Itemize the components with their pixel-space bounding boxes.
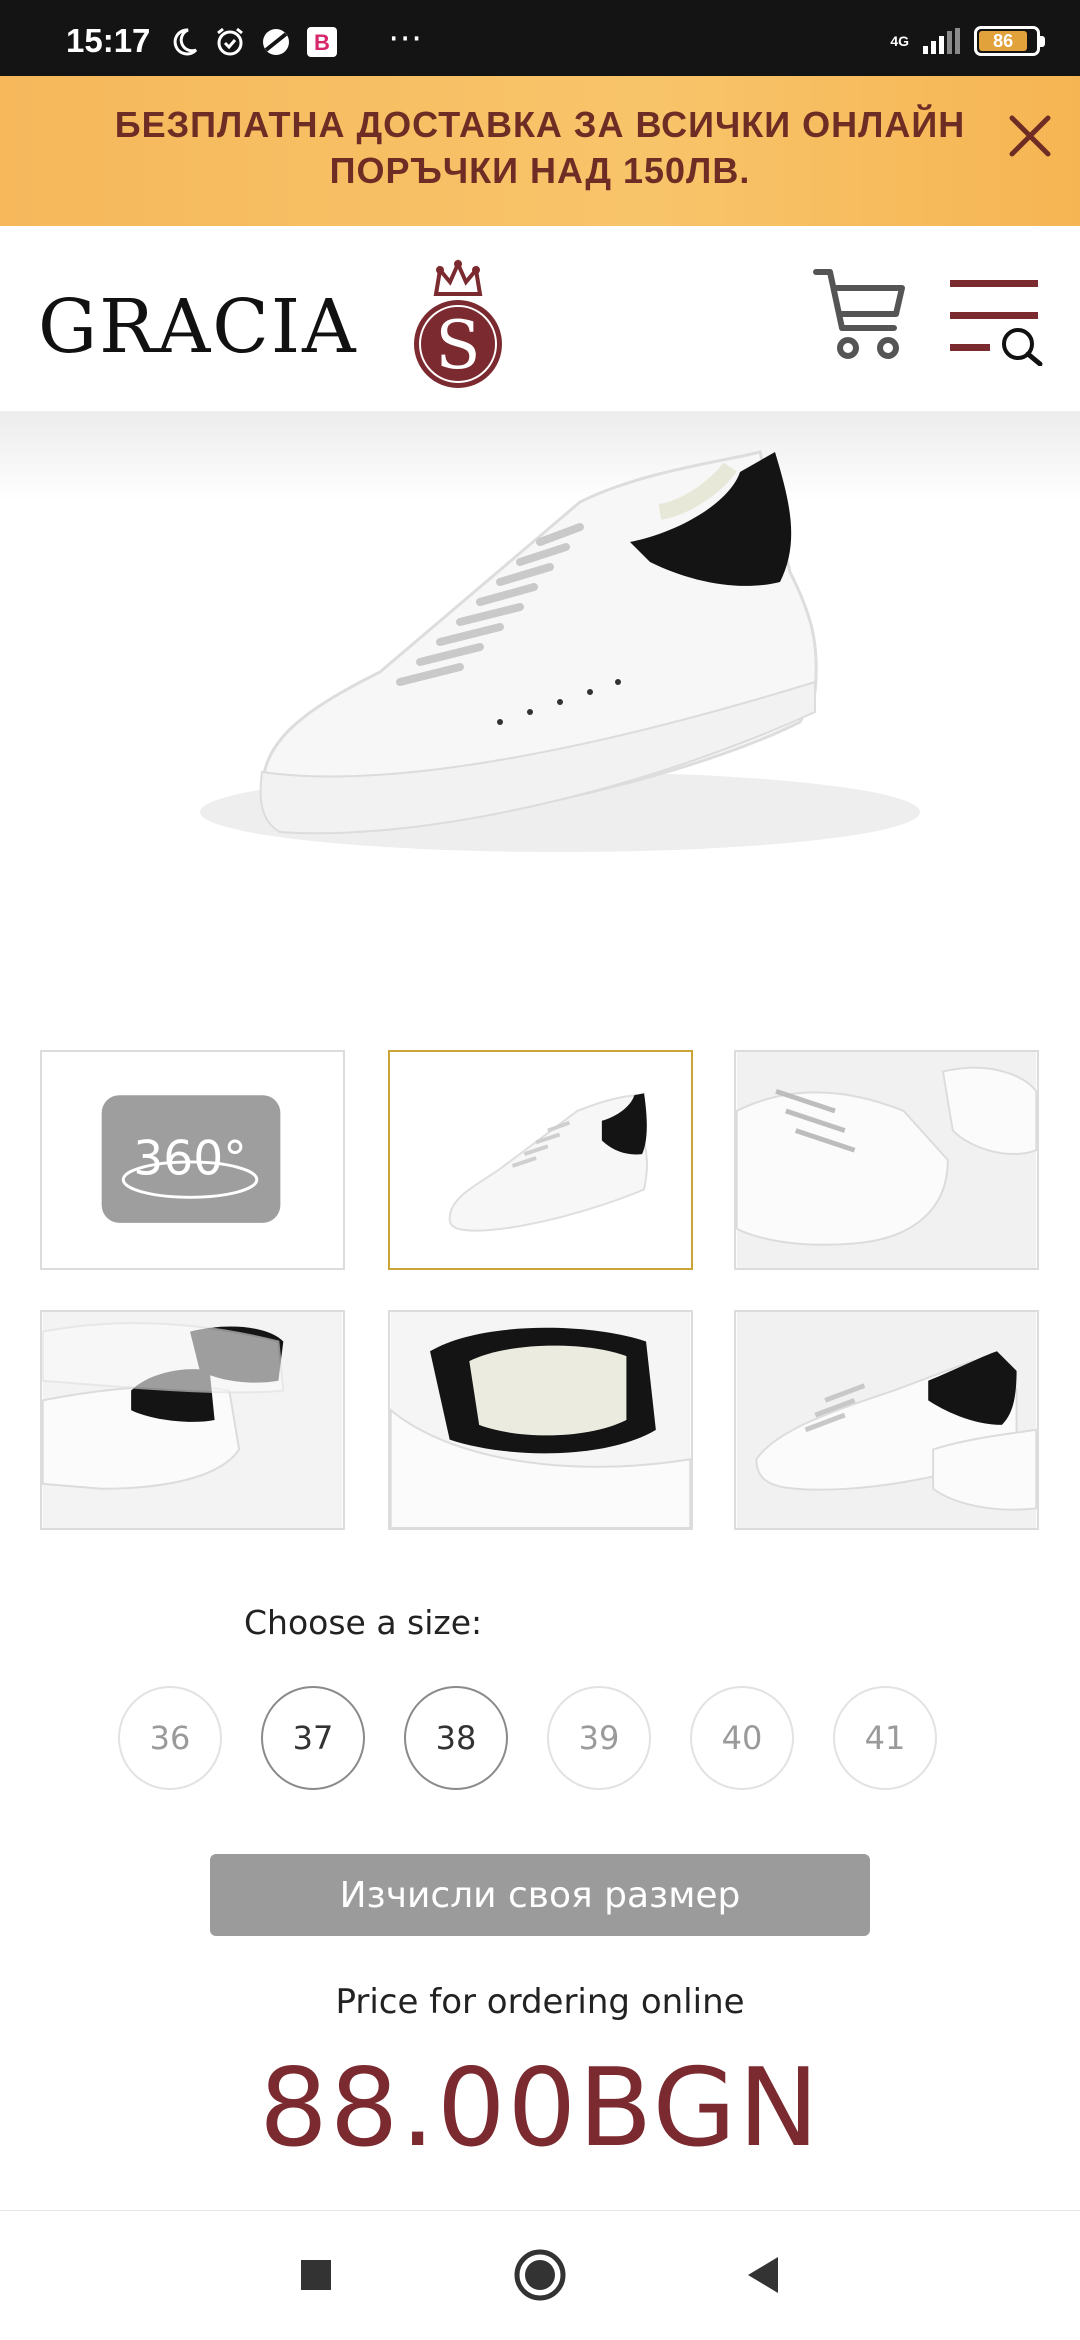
promo-line-1: БЕЗПЛАТНА ДОСТАВКА ЗА ВСИЧКИ ОНЛАЙН [114, 104, 966, 145]
promo-banner: БЕЗПЛАТНА ДОСТАВКА ЗА ВСИЧКИ ОНЛАЙН ПОРЪ… [0, 76, 1080, 226]
promo-line-2: ПОРЪЧКИ НАД 150ЛВ. [329, 150, 751, 191]
close-icon[interactable] [1002, 108, 1058, 164]
logo-badge-letter: S [435, 307, 480, 384]
thumbnail-360[interactable]: 360° [40, 1050, 345, 1270]
thumbnail-360-label: 360° [133, 1132, 246, 1187]
alarm-icon [217, 27, 243, 56]
size-option-38[interactable]: 38 [404, 1686, 508, 1790]
moon-icon [173, 28, 198, 56]
status-notification-icons: B [168, 26, 338, 58]
size-option-41[interactable]: 41 [833, 1686, 937, 1790]
status-system-icons: 4G 86 [890, 26, 1045, 56]
size-option-37[interactable]: 37 [261, 1686, 365, 1790]
battery-level: 86 [993, 30, 1014, 51]
site-header: GRACIA S [0, 226, 1080, 412]
battery-icon: 86 [974, 26, 1045, 56]
app-b-icon: B [307, 27, 337, 57]
thumbnail-pair-side[interactable] [734, 1310, 1039, 1530]
size-options: 36 37 38 39 40 41 [118, 1686, 937, 1790]
thumbnail-side-view[interactable] [388, 1050, 693, 1270]
home-button[interactable] [510, 2245, 570, 2305]
size-option-36[interactable]: 36 [118, 1686, 222, 1790]
price-label: Price for ordering online [335, 1982, 745, 2022]
status-time: 15:17 [66, 22, 151, 59]
recents-button[interactable] [286, 2245, 346, 2305]
sneaker-image [200, 450, 920, 852]
price-value: 88.00BGN [259, 2046, 821, 2171]
network-type: 4G [890, 33, 909, 49]
signal-icon [923, 28, 960, 54]
system-nav-bar [0, 2210, 1080, 2340]
size-option-39[interactable]: 39 [547, 1686, 651, 1790]
promo-text: БЕЗПЛАТНА ДОСТАВКА ЗА ВСИЧКИ ОНЛАЙН ПОРЪ… [0, 102, 1080, 194]
size-label: Choose a size: [244, 1603, 483, 1642]
thumbnail-pair-top[interactable] [734, 1050, 1039, 1270]
status-bar: 15:17 B ⋯ 4G 86 [0, 0, 1080, 76]
product-main-image[interactable] [0, 412, 1080, 972]
cart-icon[interactable] [812, 266, 906, 362]
logo-crown-badge[interactable]: S [410, 256, 506, 396]
sphere-icon [263, 29, 289, 55]
menu-search-icon[interactable] [946, 276, 1046, 366]
svg-text:B: B [314, 30, 330, 55]
size-option-40[interactable]: 40 [690, 1686, 794, 1790]
logo-text[interactable]: GRACIA [38, 284, 358, 370]
thumbnail-heel-detail[interactable] [388, 1310, 693, 1530]
more-notifications-icon: ⋯ [388, 18, 424, 58]
back-button[interactable] [734, 2245, 794, 2305]
calculate-size-button[interactable]: Изчисли своя размер [210, 1854, 870, 1936]
thumbnail-pair-back[interactable] [40, 1310, 345, 1530]
